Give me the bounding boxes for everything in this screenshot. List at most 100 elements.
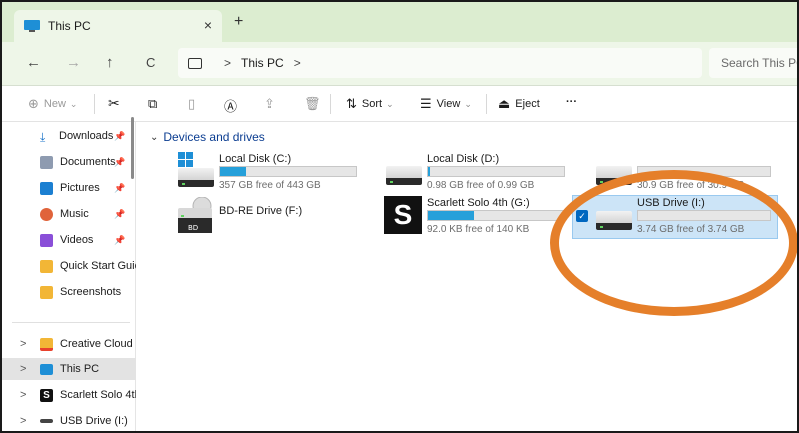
music-icon <box>40 207 53 221</box>
sidebar-item-usb-drive[interactable]: > USB Drive (I:) <box>2 410 136 431</box>
rename-icon[interactable]: Ⓐ <box>224 96 237 115</box>
hard-drive-icon <box>386 166 422 185</box>
sidebar-item-pictures[interactable]: Pictures 📌 <box>2 177 136 199</box>
address-bar[interactable]: > This PC > <box>178 48 702 78</box>
pin-icon: 📌 <box>114 130 126 141</box>
sidebar-item-label: Screenshots <box>60 286 122 298</box>
download-icon: ⤓ <box>40 129 46 144</box>
plus-circle-icon: ⊕ <box>28 96 39 111</box>
file-explorer-window: This PC × + ← → ↑ C > This PC > Search T… <box>0 0 799 433</box>
chevron-right-icon[interactable]: > <box>20 363 26 375</box>
refresh-icon[interactable]: C <box>146 55 155 70</box>
drive-name: BD-RE Drive (F:) <box>219 205 303 217</box>
pin-icon: 📌 <box>114 156 126 167</box>
drive-name: Local Disk (C:) <box>219 153 292 165</box>
up-arrow-icon[interactable]: ↑ <box>106 54 114 71</box>
share-icon[interactable]: ⇪ <box>264 96 275 112</box>
sidebar-item-quick-start-guide[interactable]: Quick Start Guic <box>2 255 136 277</box>
usb-drive-icon <box>40 419 53 423</box>
sidebar-item-screenshots[interactable]: Screenshots <box>2 281 136 303</box>
new-tab-button[interactable]: + <box>234 13 243 31</box>
capacity-fill <box>428 211 475 220</box>
chevron-right-icon[interactable]: > <box>20 415 26 427</box>
drive-name: Local Disk (D:) <box>427 153 500 165</box>
tab-strip: This PC × + <box>2 2 797 42</box>
more-options-button[interactable]: ··· <box>566 96 577 108</box>
search-input[interactable]: Search This PC <box>709 48 799 78</box>
sidebar-item-music[interactable]: Music 📌 <box>2 203 136 225</box>
tab-title: This PC <box>48 19 91 33</box>
monitor-icon <box>40 363 53 375</box>
sidebar-item-scarlett-solo[interactable]: > S Scarlett Solo 4th <box>2 384 136 406</box>
sidebar-item-label: This PC <box>60 363 100 375</box>
sidebar-item-videos[interactable]: Videos 📌 <box>2 229 136 251</box>
breadcrumb-chevron-icon: > <box>224 56 232 70</box>
windows-logo-icon <box>178 152 193 167</box>
devices-and-drives-header[interactable]: ⌄ Devices and drives <box>150 130 265 144</box>
back-arrow-icon[interactable]: ← <box>26 54 41 71</box>
breadcrumb-chevron-icon[interactable]: > <box>294 56 301 70</box>
section-title: Devices and drives <box>163 130 265 144</box>
capacity-fill <box>220 167 246 176</box>
optical-drive-icon: BD <box>178 197 212 233</box>
picture-icon <box>40 181 53 195</box>
command-bar: ⊕ New ⌄ ✂ ⧉ ▯ Ⓐ ⇪ 🗑 ⇅ Sort ⌄ ☰ View ⌄ ⏏ … <box>2 86 797 122</box>
capacity-bar <box>427 210 565 221</box>
divider <box>486 94 487 114</box>
navigation-pane: ⤓ Downloads 📌 Documents 📌 Pictures 📌 Mus… <box>2 122 136 431</box>
view-icon: ☰ <box>420 96 432 111</box>
hard-drive-icon <box>178 168 214 187</box>
sidebar-item-label: Pictures <box>60 182 100 194</box>
new-button[interactable]: ⊕ New ⌄ <box>28 96 77 112</box>
delete-icon[interactable]: 🗑 <box>304 96 321 112</box>
paste-icon[interactable]: ▯ <box>188 96 195 112</box>
drive-scarlett-solo-g[interactable]: S Scarlett Solo 4th (G:) 92.0 KB free of… <box>384 196 574 240</box>
drive-bd-re-f[interactable]: BD BD-RE Drive (F:) <box>176 197 366 241</box>
sidebar-item-creative-cloud[interactable]: > Creative Cloud I <box>2 333 136 355</box>
cut-icon[interactable]: ✂ <box>108 95 120 112</box>
tab-this-pc[interactable]: This PC × <box>14 10 222 42</box>
pin-icon: 📌 <box>114 234 126 245</box>
sidebar-item-downloads[interactable]: ⤓ Downloads 📌 <box>2 125 136 147</box>
close-icon[interactable]: × <box>204 17 212 33</box>
chevron-right-icon[interactable]: > <box>20 338 26 350</box>
search-placeholder: Search This PC <box>721 56 799 70</box>
pin-icon: 📌 <box>114 182 126 193</box>
chevron-down-icon: ⌄ <box>150 131 159 143</box>
eject-button[interactable]: ⏏ Eject <box>498 96 540 112</box>
document-icon <box>40 155 53 169</box>
divider <box>94 94 95 114</box>
sidebar-item-documents[interactable]: Documents 📌 <box>2 151 136 173</box>
sidebar-scrollbar[interactable] <box>131 117 134 179</box>
capacity-bar <box>219 166 357 177</box>
scarlett-s-icon: S <box>40 388 53 402</box>
new-button-label: New <box>43 98 66 110</box>
sort-button[interactable]: ⇅ Sort ⌄ <box>346 96 394 112</box>
capacity-bar <box>427 166 565 177</box>
breadcrumb-this-pc[interactable]: This PC <box>241 56 284 70</box>
sidebar-item-this-pc[interactable]: > This PC <box>2 358 136 380</box>
capacity-fill <box>428 167 430 176</box>
view-button[interactable]: ☰ View ⌄ <box>420 96 472 112</box>
chevron-down-icon: ⌄ <box>464 98 472 109</box>
copy-icon[interactable]: ⧉ <box>148 96 157 112</box>
eject-icon: ⏏ <box>498 96 511 111</box>
sidebar-item-label: Documents <box>60 156 116 168</box>
sidebar-item-label: Videos <box>60 234 94 246</box>
divider <box>12 322 130 323</box>
folder-icon <box>40 285 53 299</box>
scarlett-s-icon: S <box>384 196 422 234</box>
monitor-icon <box>24 20 40 32</box>
drive-local-disk-c[interactable]: Local Disk (C:) 357 GB free of 443 GB <box>176 152 366 196</box>
drive-local-disk-d[interactable]: Local Disk (D:) 0.98 GB free of 0.99 GB <box>384 152 574 196</box>
pin-icon: 📌 <box>114 208 126 219</box>
sidebar-item-label: Downloads <box>59 130 114 142</box>
monitor-outline-icon <box>188 57 202 69</box>
creative-cloud-folder-icon <box>40 337 53 351</box>
drive-free-space: 0.98 GB free of 0.99 GB <box>427 180 535 191</box>
folder-icon <box>40 259 53 273</box>
chevron-right-icon[interactable]: > <box>20 389 26 401</box>
sidebar-item-label: Music <box>60 208 89 220</box>
video-icon <box>40 233 53 247</box>
forward-arrow-icon[interactable]: → <box>66 54 81 71</box>
